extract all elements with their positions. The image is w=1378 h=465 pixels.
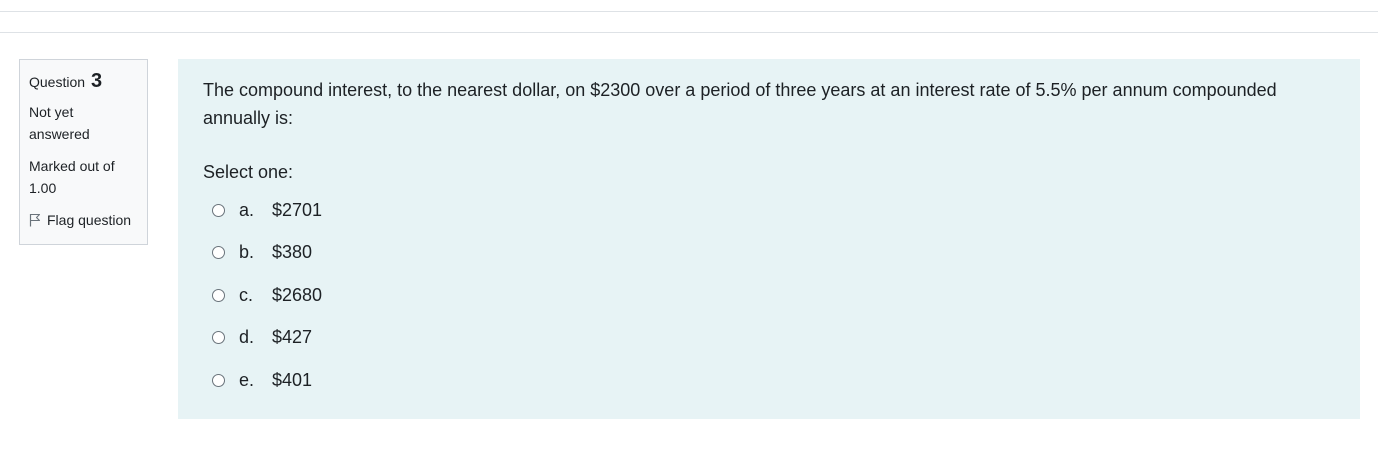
radio-button[interactable] [212,246,225,260]
answer-text: $380 [272,242,313,263]
answer-option-e[interactable]: e. $401 [212,359,1335,402]
answer-letter: a. [239,199,255,220]
question-number: Question 3 [29,70,138,93]
flag-question-link[interactable]: Flag question [29,209,138,231]
radio-button[interactable] [212,373,225,387]
answer-letter: c. [239,284,254,305]
question-grade: Marked out of 1.00 [29,155,129,199]
answer-text: $427 [272,327,313,348]
answer-option-a[interactable]: a. $2701 [212,189,1335,232]
answer-letter: e. [239,369,255,390]
answer-option-c[interactable]: c. $2680 [212,274,1335,317]
question-info-panel: Question 3 Not yet answered Marked out o… [19,59,148,245]
answer-text: $2680 [272,284,323,305]
answer-prompt: Select one: [203,162,294,182]
radio-button[interactable] [212,331,225,345]
grade-line-2: 1.00 [29,180,57,196]
answer-letter: b. [239,242,255,263]
answer-option-d[interactable]: d. $427 [212,317,1335,360]
radio-button[interactable] [212,203,225,217]
question-label: Question [29,74,86,90]
question-content: The compound interest, to the nearest do… [178,59,1360,419]
state-line-2: answered [29,126,90,142]
answer-option-b[interactable]: b. $380 [212,232,1335,275]
answer-text: $2701 [272,199,323,220]
answer-text: $401 [272,369,313,390]
flag-icon [29,213,41,227]
answer-letter: d. [239,327,255,348]
grade-line-1: Marked out of [29,158,115,174]
state-line-1: Not yet [29,104,74,120]
top-divider [0,11,1378,12]
radio-button[interactable] [212,288,225,302]
question-number-value: 3 [90,70,103,92]
question-text: The compound interest, to the nearest do… [203,80,1277,128]
question-state: Not yet answered [29,101,129,145]
flag-question-label: Flag question [47,212,132,228]
header-divider [0,32,1378,33]
answer-options: a. $2701 b. $380 c. $2680 d. $427 e. $40… [212,189,1335,402]
